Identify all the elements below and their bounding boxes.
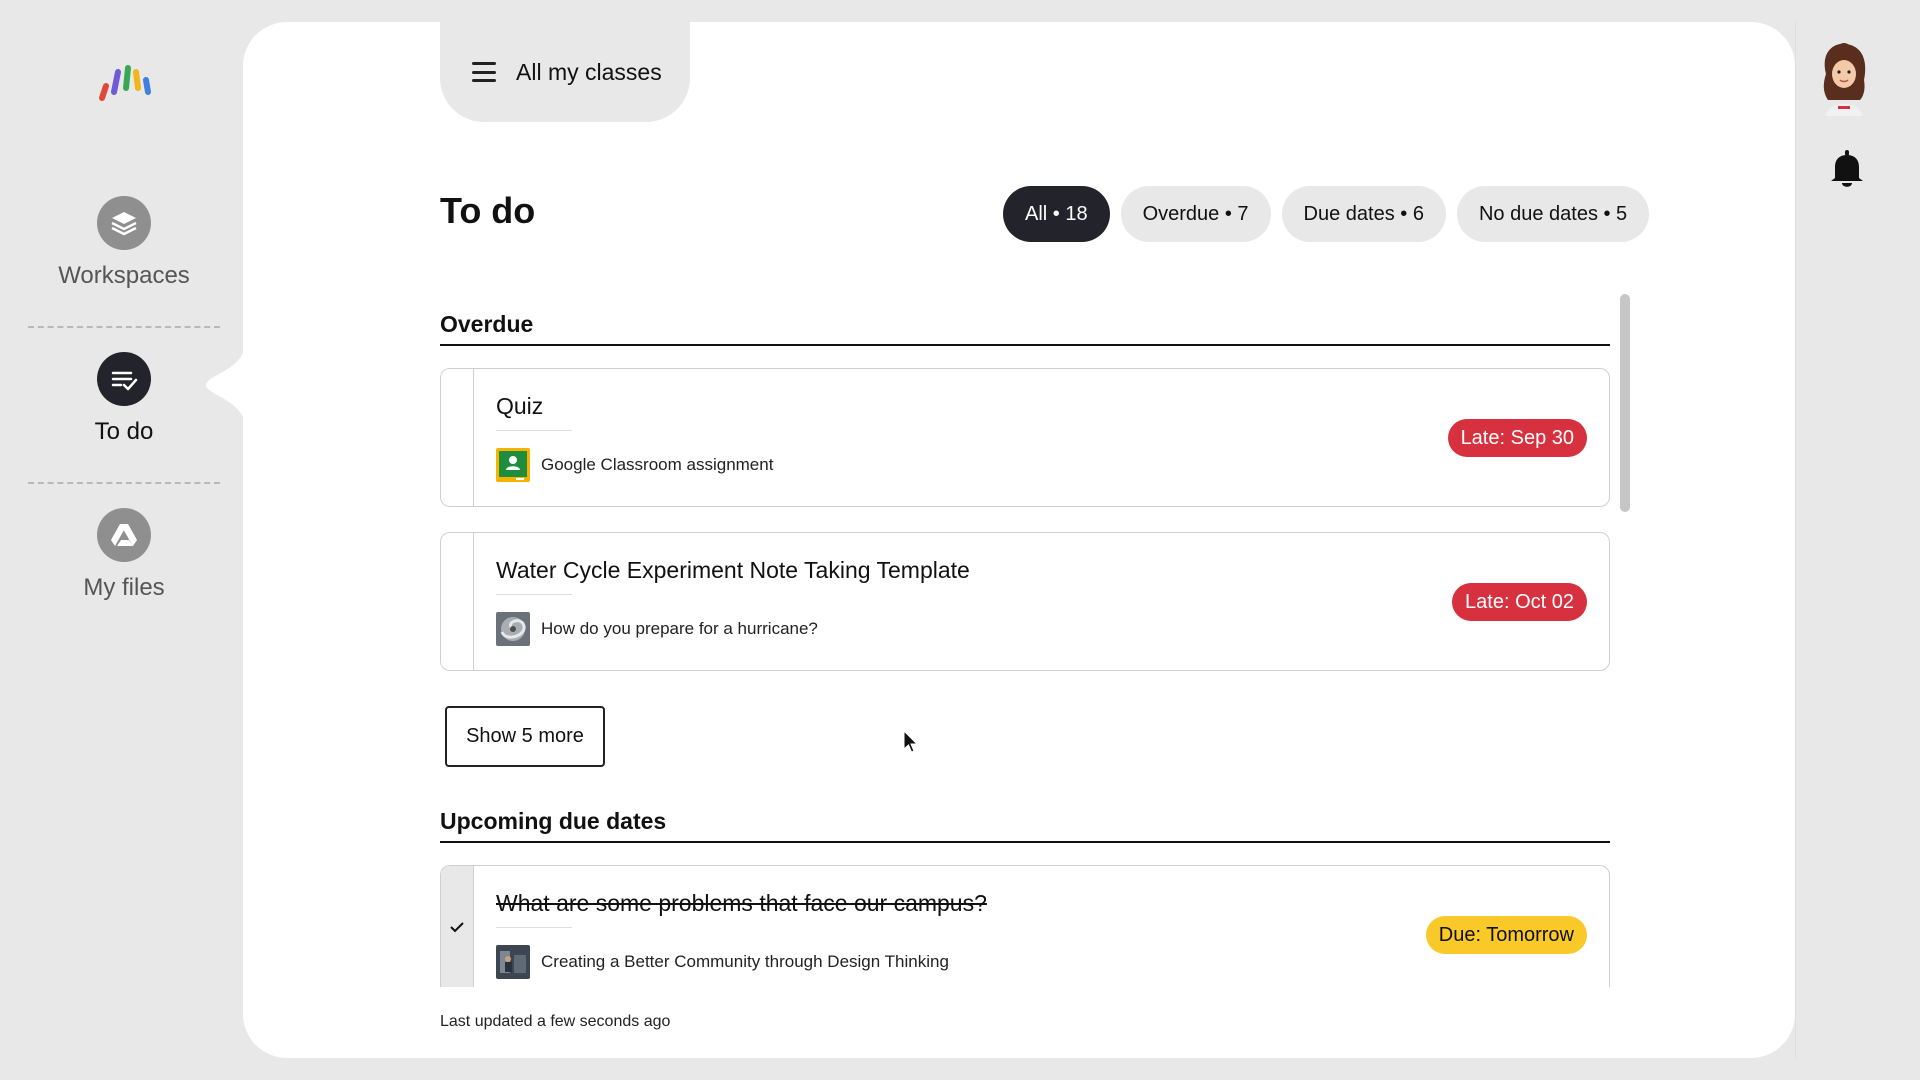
title-divider (496, 594, 572, 595)
filter-no-due-dates[interactable]: No due dates • 5 (1456, 186, 1650, 242)
card-subtitle: Creating a Better Community through Desi… (541, 952, 949, 971)
checkmark-icon (450, 921, 464, 932)
notifications-button[interactable] (1811, 134, 1883, 206)
card-source: Google Classroom assignment (496, 448, 773, 482)
checklist-icon (97, 352, 151, 406)
last-updated-text: Last updated a few seconds ago (440, 1013, 671, 1030)
title-divider (496, 430, 572, 431)
show-more-button[interactable]: Show 5 more (445, 706, 605, 767)
nav-divider (28, 482, 220, 484)
user-avatar[interactable] (1814, 40, 1874, 116)
right-divider (1795, 22, 1796, 1058)
filter-due-dates[interactable]: Due dates • 6 (1281, 186, 1446, 242)
page-title: To do (440, 190, 536, 231)
card-source: How do you prepare for a hurricane? (496, 612, 818, 646)
filter-overdue[interactable]: Overdue • 7 (1120, 186, 1271, 242)
class-selector[interactable]: All my classes (440, 22, 690, 122)
filter-chips: All • 18 Overdue • 7 Due dates • 6 No du… (1003, 186, 1650, 242)
nav-workspaces-label: Workspaces (58, 262, 190, 289)
drive-icon (97, 508, 151, 562)
card-title: Water Cycle Experiment Note Taking Templ… (496, 557, 970, 583)
title-divider (496, 927, 572, 928)
nav-todo-label: To do (94, 418, 154, 445)
nav-divider (28, 326, 220, 328)
card-checkbox[interactable] (441, 533, 474, 670)
bell-icon (1831, 150, 1863, 187)
mouse-cursor-icon (903, 730, 919, 753)
todo-card[interactable]: Water Cycle Experiment Note Taking Templ… (440, 532, 1610, 671)
card-title: Quiz (496, 393, 544, 419)
google-classroom-icon (496, 448, 530, 482)
active-nav-notch (206, 340, 246, 430)
nav-my-files-label: My files (83, 574, 165, 601)
card-subtitle: How do you prepare for a hurricane? (541, 619, 818, 638)
section-heading-overdue: Overdue (440, 311, 1610, 346)
card-checkbox[interactable] (441, 369, 474, 506)
hurricane-thumbnail (496, 612, 530, 646)
card-checkbox[interactable] (441, 866, 474, 987)
nav-my-files[interactable]: My files (28, 508, 220, 602)
due-badge: Due: Tomorrow (1425, 916, 1587, 954)
app-logo-icon[interactable] (94, 62, 158, 102)
nav-todo[interactable]: To do (28, 352, 220, 446)
nav-workspaces[interactable]: Workspaces (28, 196, 220, 290)
layers-icon (97, 196, 151, 250)
card-title: What are some problems that face our cam… (496, 890, 987, 916)
scrollbar[interactable] (1620, 294, 1630, 512)
filter-all[interactable]: All • 18 (1003, 186, 1110, 242)
section-heading-upcoming: Upcoming due dates (440, 808, 1610, 843)
todo-card[interactable]: Quiz Google Classroom assignment Late: S… (440, 368, 1610, 507)
left-rail: Workspaces To do My files (0, 0, 245, 1080)
card-source: Creating a Better Community through Desi… (496, 945, 949, 979)
class-selector-label: All my classes (516, 58, 662, 85)
menu-icon (472, 62, 496, 82)
community-thumbnail (496, 945, 530, 979)
late-badge: Late: Oct 02 (1452, 583, 1587, 621)
card-subtitle: Google Classroom assignment (541, 455, 774, 474)
late-badge: Late: Sep 30 (1447, 419, 1587, 457)
todo-card[interactable]: What are some problems that face our cam… (440, 865, 1610, 987)
